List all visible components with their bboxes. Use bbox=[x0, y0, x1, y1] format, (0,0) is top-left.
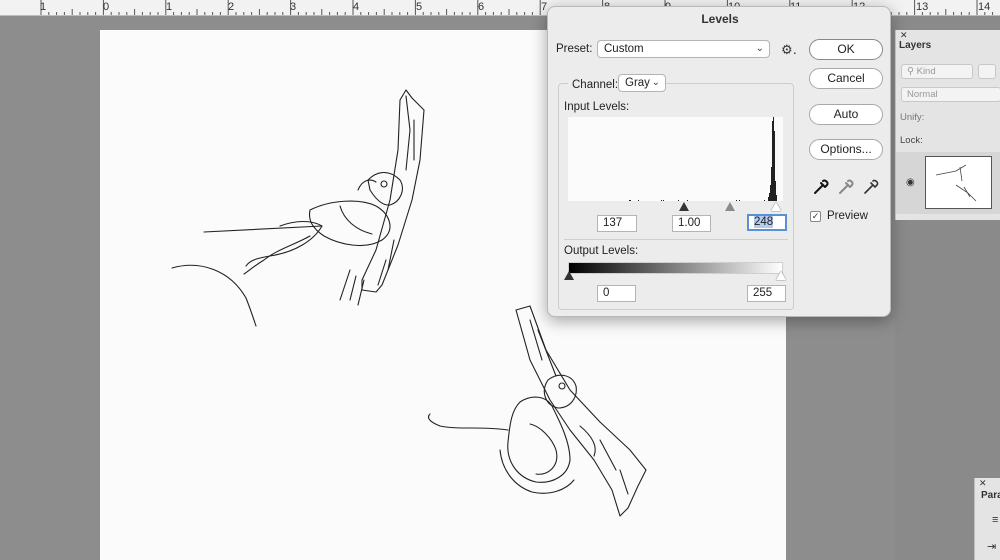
ok-button[interactable]: OK bbox=[809, 39, 883, 60]
histogram-graph bbox=[568, 117, 783, 201]
channel-value: Gray bbox=[625, 77, 650, 89]
input-white-value: 248 bbox=[754, 216, 773, 228]
layer-thumbnail bbox=[925, 156, 992, 209]
histogram-bar bbox=[770, 185, 771, 201]
histogram-bar bbox=[768, 197, 769, 201]
close-icon[interactable]: ✕ bbox=[979, 478, 987, 489]
input-white-handle[interactable] bbox=[771, 202, 781, 211]
eye-icon[interactable]: ◉ bbox=[906, 177, 915, 188]
chevron-down-icon: ⌄ bbox=[652, 75, 660, 91]
ruler-label: 13 bbox=[916, 0, 928, 14]
histogram-bar bbox=[774, 131, 775, 201]
ruler-label: 6 bbox=[478, 0, 484, 14]
layers-panel[interactable]: ✕ Layers ⚲ Kind Normal Unify: Lock: ◉ bbox=[895, 30, 1000, 220]
eyedropper-gray-icon[interactable] bbox=[837, 178, 855, 196]
options-button[interactable]: Options... bbox=[809, 139, 883, 160]
kind-placeholder: Kind bbox=[917, 66, 936, 77]
thumbnail-preview bbox=[926, 157, 991, 208]
ruler-label: 5 bbox=[416, 0, 422, 14]
input-slider[interactable] bbox=[568, 202, 783, 212]
ruler-label: 3 bbox=[290, 0, 296, 14]
channel-select[interactable]: Gray ⌄ bbox=[618, 74, 666, 92]
input-gamma-field[interactable]: 1.00 bbox=[672, 215, 711, 232]
histogram-bar bbox=[630, 200, 631, 201]
align-icon[interactable]: ≡ bbox=[992, 514, 998, 526]
input-gray-handle[interactable] bbox=[725, 202, 735, 211]
eyedropper-black-icon[interactable] bbox=[812, 178, 830, 196]
filter-toggle[interactable] bbox=[978, 64, 996, 79]
input-levels-label: Input Levels: bbox=[564, 101, 629, 113]
search-icon: ⚲ bbox=[907, 66, 917, 77]
output-slider[interactable] bbox=[568, 271, 783, 281]
gear-icon[interactable]: ⚙․ bbox=[781, 42, 797, 58]
divider bbox=[564, 239, 788, 240]
blend-mode-select[interactable]: Normal bbox=[901, 87, 1000, 102]
blend-mode-value: Normal bbox=[907, 89, 938, 100]
histogram-bar bbox=[773, 117, 774, 201]
lock-label: Lock: bbox=[900, 135, 923, 146]
paragraph-tab[interactable]: Para bbox=[981, 490, 1000, 501]
unify-label: Unify: bbox=[900, 112, 924, 123]
histogram-bar bbox=[764, 200, 765, 201]
histogram-bar bbox=[663, 200, 664, 201]
cancel-button[interactable]: Cancel bbox=[809, 68, 883, 89]
output-white-handle[interactable] bbox=[776, 271, 786, 280]
output-levels-label: Output Levels: bbox=[564, 245, 638, 257]
histogram-bar bbox=[678, 200, 679, 201]
auto-button[interactable]: Auto bbox=[809, 104, 883, 125]
ruler-label: 1 bbox=[40, 0, 46, 14]
preset-select[interactable]: Custom ⌄ bbox=[597, 40, 770, 58]
chevron-down-icon: ⌄ bbox=[756, 41, 764, 57]
preview-checkbox[interactable]: ✓ bbox=[810, 211, 821, 222]
preset-value: Custom bbox=[604, 43, 644, 55]
indent-icon[interactable]: ⇥ bbox=[987, 540, 996, 553]
ruler-label: 2 bbox=[228, 0, 234, 14]
levels-dialog[interactable]: Levels Preset: Custom ⌄ ⚙․ Channel: Gray… bbox=[547, 6, 891, 317]
histogram-bar bbox=[687, 200, 688, 201]
histogram-bar bbox=[769, 193, 770, 201]
ruler-label: 4 bbox=[353, 0, 359, 14]
ruler-label: 1 bbox=[166, 0, 172, 14]
ruler-label: 14 bbox=[978, 0, 990, 14]
histogram-bar bbox=[775, 181, 776, 201]
output-black-field[interactable]: 0 bbox=[597, 285, 636, 302]
histogram-bar bbox=[638, 200, 639, 201]
preset-label: Preset: bbox=[556, 43, 592, 55]
ruler-label: 0 bbox=[103, 0, 109, 14]
histogram bbox=[568, 117, 783, 201]
paragraph-panel[interactable]: ✕ Para ≡ ⇥ bbox=[974, 478, 1000, 560]
input-black-handle[interactable] bbox=[679, 202, 689, 211]
histogram-bar bbox=[629, 200, 630, 201]
dialog-title: Levels bbox=[548, 12, 892, 26]
input-white-field[interactable]: 248 bbox=[747, 214, 787, 231]
channel-row: Channel: bbox=[568, 77, 622, 91]
kind-filter[interactable]: ⚲ Kind bbox=[901, 64, 973, 79]
output-black-handle[interactable] bbox=[564, 271, 574, 280]
input-black-field[interactable]: 137 bbox=[597, 215, 637, 232]
histogram-bar bbox=[771, 167, 772, 201]
histogram-bar bbox=[661, 200, 662, 201]
histogram-bar bbox=[736, 200, 737, 201]
histogram-bar bbox=[772, 121, 773, 201]
layers-tab[interactable]: Layers bbox=[899, 40, 931, 51]
preview-label: Preview bbox=[827, 210, 868, 222]
output-white-field[interactable]: 255 bbox=[747, 285, 786, 302]
channel-label: Channel: bbox=[572, 79, 618, 91]
histogram-bar bbox=[739, 200, 740, 201]
histogram-bar bbox=[776, 195, 777, 201]
eyedropper-white-icon[interactable] bbox=[862, 178, 880, 196]
